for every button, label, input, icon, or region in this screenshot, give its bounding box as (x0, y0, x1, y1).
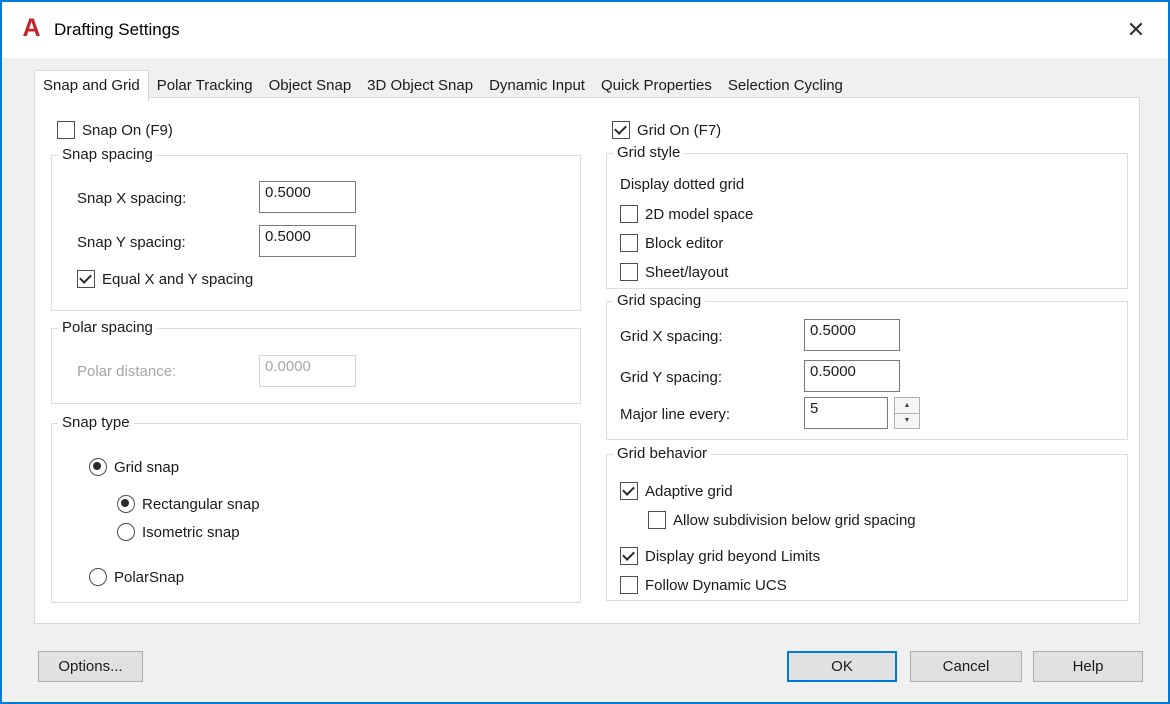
2d-model-space-label: 2D model space (645, 206, 753, 223)
checkbox-icon (57, 121, 75, 139)
2d-model-space-checkbox[interactable]: 2D model space (620, 205, 753, 223)
grid-on-label: Grid On (F7) (637, 122, 721, 139)
group-grid-behavior-title: Grid behavior (613, 445, 711, 462)
group-grid-spacing-title: Grid spacing (613, 292, 705, 309)
grid-snap-label: Grid snap (114, 459, 179, 476)
snap-y-spacing-label: Snap Y spacing: (77, 234, 186, 251)
block-editor-checkbox[interactable]: Block editor (620, 234, 723, 252)
group-polar-spacing-title: Polar spacing (58, 319, 157, 336)
options-button[interactable]: Options... (38, 651, 143, 682)
display-dotted-grid-label: Display dotted grid (620, 176, 744, 193)
display-grid-beyond-limits-label: Display grid beyond Limits (645, 548, 820, 565)
group-grid-behavior: Grid behavior Adaptive grid Allow subdiv… (606, 454, 1128, 601)
group-grid-style: Grid style Display dotted grid 2D model … (606, 153, 1128, 289)
checkbox-icon (612, 121, 630, 139)
rectangular-snap-label: Rectangular snap (142, 496, 260, 513)
window-title: Drafting Settings (54, 20, 180, 40)
adaptive-grid-label: Adaptive grid (645, 483, 733, 500)
arrow-down-icon: ▼ (904, 417, 911, 424)
tab-dynamic-input[interactable]: Dynamic Input (481, 73, 593, 100)
checkbox-icon (620, 205, 638, 223)
close-button[interactable]: ✕ (1118, 12, 1154, 48)
isometric-snap-label: Isometric snap (142, 524, 240, 541)
polarsnap-radio[interactable]: PolarSnap (89, 568, 184, 586)
snap-y-spacing-input[interactable] (259, 225, 356, 257)
help-button[interactable]: Help (1033, 651, 1143, 682)
group-snap-spacing-title: Snap spacing (58, 146, 157, 163)
polar-distance-input (259, 355, 356, 387)
drafting-settings-dialog: A Drafting Settings ✕ Snap and Grid Pola… (0, 0, 1170, 704)
grid-snap-radio[interactable]: Grid snap (89, 458, 179, 476)
checkbox-icon (620, 482, 638, 500)
checkbox-icon (620, 263, 638, 281)
adaptive-grid-checkbox[interactable]: Adaptive grid (620, 482, 733, 500)
spinner-up-button[interactable]: ▲ (894, 397, 920, 414)
follow-dynamic-ucs-checkbox[interactable]: Follow Dynamic UCS (620, 576, 787, 594)
cancel-button[interactable]: Cancel (910, 651, 1022, 682)
snap-x-spacing-label: Snap X spacing: (77, 190, 186, 207)
grid-y-spacing-input[interactable] (804, 360, 900, 392)
sheet-layout-label: Sheet/layout (645, 264, 728, 281)
tab-page-snap-and-grid: Snap On (F9) Snap spacing Snap X spacing… (34, 97, 1140, 624)
tab-object-snap[interactable]: Object Snap (261, 73, 360, 100)
checkbox-icon (620, 547, 638, 565)
major-line-spinner: ▲ ▼ (894, 397, 920, 429)
grid-y-spacing-label: Grid Y spacing: (620, 369, 722, 386)
display-grid-beyond-limits-checkbox[interactable]: Display grid beyond Limits (620, 547, 820, 565)
tab-selection-cycling[interactable]: Selection Cycling (720, 73, 851, 100)
checkbox-icon (620, 234, 638, 252)
close-icon: ✕ (1127, 17, 1145, 42)
checkbox-icon (620, 576, 638, 594)
equal-xy-spacing-label: Equal X and Y spacing (102, 271, 253, 288)
tab-bar: Snap and Grid Polar Tracking Object Snap… (34, 70, 851, 100)
titlebar: A Drafting Settings ✕ (2, 2, 1168, 58)
follow-dynamic-ucs-label: Follow Dynamic UCS (645, 577, 787, 594)
snap-x-spacing-input[interactable] (259, 181, 356, 213)
spinner-down-button[interactable]: ▼ (894, 414, 920, 430)
group-snap-type-title: Snap type (58, 414, 134, 431)
checkbox-icon (648, 511, 666, 529)
isometric-snap-radio[interactable]: Isometric snap (117, 523, 240, 541)
allow-subdivision-label: Allow subdivision below grid spacing (673, 512, 916, 529)
ok-button[interactable]: OK (787, 651, 897, 682)
tab-3d-object-snap[interactable]: 3D Object Snap (359, 73, 481, 100)
sheet-layout-checkbox[interactable]: Sheet/layout (620, 263, 728, 281)
polar-distance-label: Polar distance: (77, 363, 176, 380)
grid-x-spacing-label: Grid X spacing: (620, 328, 723, 345)
snap-on-checkbox[interactable]: Snap On (F9) (57, 121, 173, 139)
tab-polar-tracking[interactable]: Polar Tracking (149, 73, 261, 100)
group-snap-spacing: Snap spacing Snap X spacing: Snap Y spac… (51, 155, 581, 311)
polarsnap-label: PolarSnap (114, 569, 184, 586)
autocad-icon: A (18, 15, 45, 42)
grid-on-checkbox[interactable]: Grid On (F7) (612, 121, 721, 139)
tab-quick-properties[interactable]: Quick Properties (593, 73, 720, 100)
radio-icon (117, 495, 135, 513)
grid-x-spacing-input[interactable] (804, 319, 900, 351)
radio-icon (117, 523, 135, 541)
equal-xy-spacing-checkbox[interactable]: Equal X and Y spacing (77, 270, 253, 288)
arrow-up-icon: ▲ (904, 402, 911, 409)
radio-icon (89, 458, 107, 476)
allow-subdivision-checkbox[interactable]: Allow subdivision below grid spacing (648, 511, 916, 529)
checkbox-icon (77, 270, 95, 288)
group-grid-style-title: Grid style (613, 144, 684, 161)
major-line-every-label: Major line every: (620, 406, 730, 423)
group-snap-type: Snap type Grid snap Rectangular snap Iso… (51, 423, 581, 603)
snap-on-label: Snap On (F9) (82, 122, 173, 139)
major-line-every-input[interactable] (804, 397, 888, 429)
rectangular-snap-radio[interactable]: Rectangular snap (117, 495, 260, 513)
group-polar-spacing: Polar spacing Polar distance: (51, 328, 581, 404)
group-grid-spacing: Grid spacing Grid X spacing: Grid Y spac… (606, 301, 1128, 440)
radio-icon (89, 568, 107, 586)
block-editor-label: Block editor (645, 235, 723, 252)
tab-snap-and-grid[interactable]: Snap and Grid (34, 70, 149, 101)
